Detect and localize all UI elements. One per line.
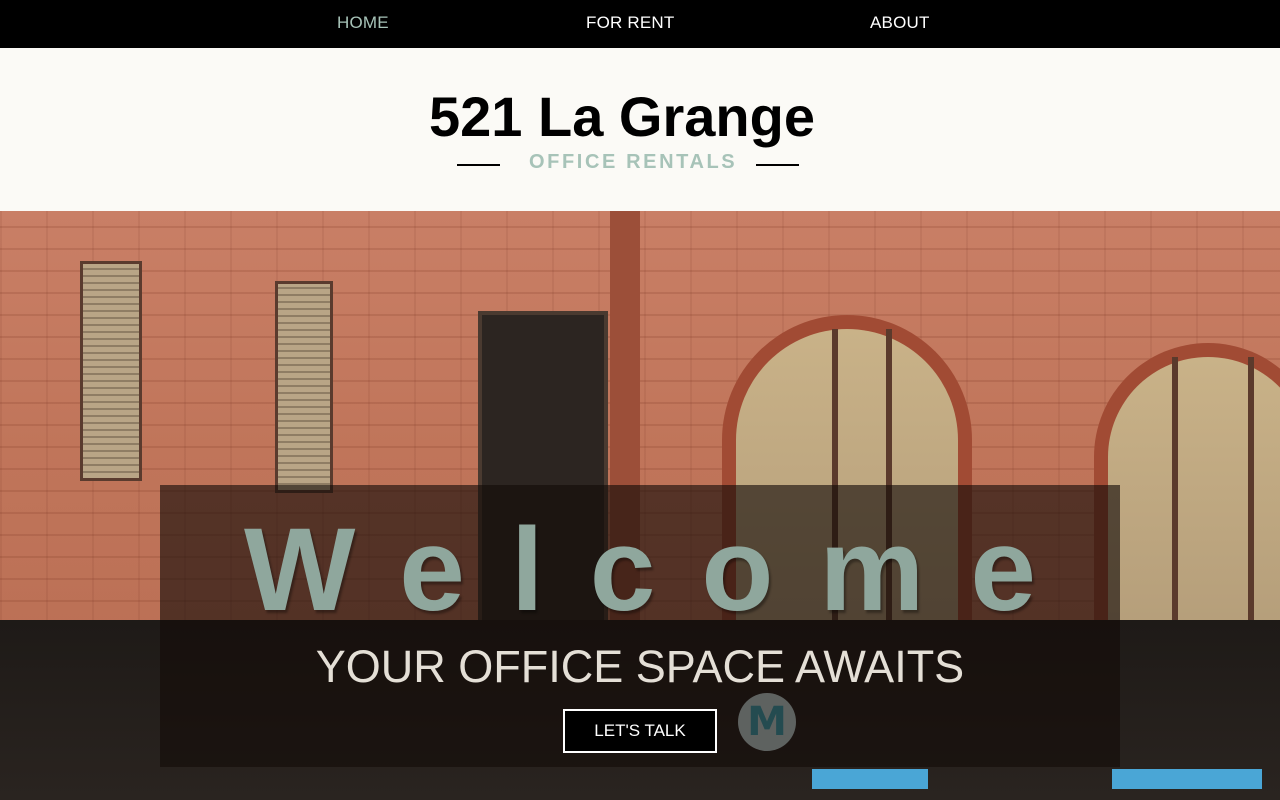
welcome-heading: Welcome — [244, 504, 1082, 636]
lets-talk-button[interactable]: LET'S TALK — [563, 709, 717, 753]
site-title[interactable]: 521 La Grange — [0, 86, 1244, 148]
divider-left — [457, 164, 500, 166]
nav-item-about[interactable]: ABOUT — [870, 13, 930, 33]
hero-tagline: YOUR OFFICE SPACE AWAITS — [315, 641, 965, 692]
hero-section: M Welcome YOUR OFFICE SPACE AWAITS LET'S… — [0, 211, 1280, 800]
building-window — [80, 261, 142, 481]
hero-overlay-box: Welcome YOUR OFFICE SPACE AWAITS LET'S T… — [160, 485, 1120, 767]
divider-right — [756, 164, 799, 166]
nav-item-for-rent[interactable]: FOR RENT — [586, 13, 674, 33]
site-subtitle: OFFICE RENTALS — [529, 151, 738, 173]
nav-item-home[interactable]: HOME — [337, 13, 389, 33]
top-nav: HOME FOR RENT ABOUT — [0, 0, 1280, 48]
site-header: 521 La Grange OFFICE RENTALS — [0, 48, 1280, 211]
building-window — [275, 281, 333, 493]
tenant-sign-strip — [1112, 769, 1262, 789]
tenant-sign-strip — [812, 769, 928, 789]
